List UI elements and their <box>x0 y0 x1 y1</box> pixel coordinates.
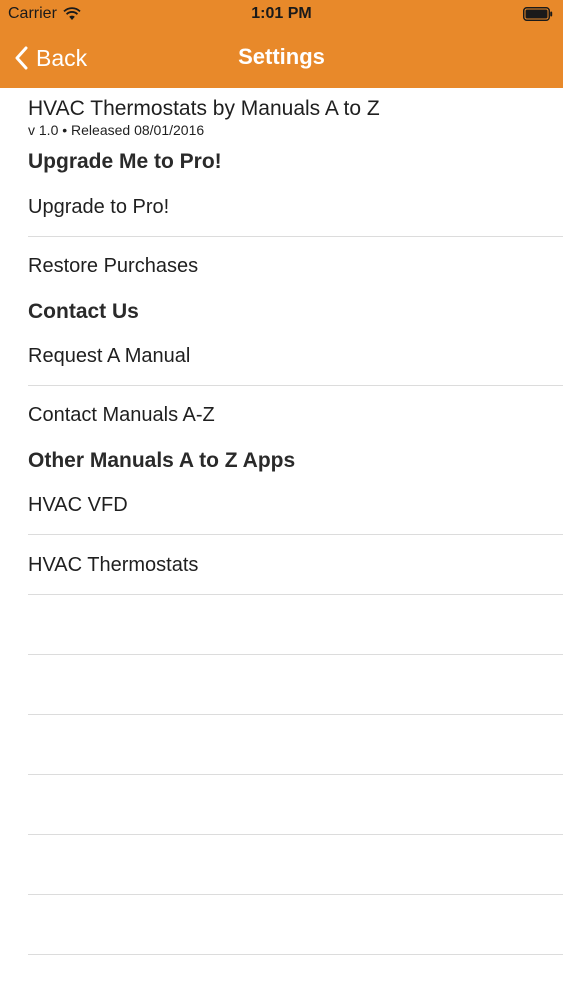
row-separator <box>28 594 563 595</box>
app-version: v 1.0 • Released 08/01/2016 <box>28 122 205 138</box>
battery-icon <box>523 7 553 21</box>
empty-row-separator <box>28 834 563 835</box>
row-separator <box>28 236 563 237</box>
contact-manuals-row[interactable]: Contact Manuals A-Z <box>28 404 215 427</box>
navigation-bar: Back Settings <box>0 30 563 88</box>
empty-row-separator <box>28 774 563 775</box>
section-header-upgrade: Upgrade Me to Pro! <box>28 150 222 173</box>
empty-row-separator <box>28 654 563 655</box>
status-clock: 1:01 PM <box>251 5 312 22</box>
section-header-other-apps: Other Manuals A to Z Apps <box>28 449 296 472</box>
status-bar: Carrier 1:01 PM <box>0 0 563 30</box>
upgrade-to-pro-row[interactable]: Upgrade to Pro! <box>28 196 169 219</box>
empty-row-separator <box>28 954 563 955</box>
app-info: HVAC Thermostats by Manuals A to Z v 1.0… <box>28 96 380 138</box>
row-separator <box>28 534 563 535</box>
empty-row-separator <box>28 894 563 895</box>
hvac-vfd-row[interactable]: HVAC VFD <box>28 494 128 517</box>
settings-screen: Carrier 1:01 PM Back Settings HVAC Therm… <box>0 0 563 1000</box>
empty-row-separator <box>28 714 563 715</box>
hvac-thermostats-row[interactable]: HVAC Thermostats <box>28 554 198 577</box>
restore-purchases-row[interactable]: Restore Purchases <box>28 255 198 278</box>
request-manual-row[interactable]: Request A Manual <box>28 345 190 368</box>
top-bar: Carrier 1:01 PM Back Settings <box>0 0 563 88</box>
row-separator <box>28 385 563 386</box>
app-name: HVAC Thermostats by Manuals A to Z <box>28 97 380 120</box>
section-header-contact: Contact Us <box>28 300 139 323</box>
page-title: Settings <box>238 44 325 69</box>
